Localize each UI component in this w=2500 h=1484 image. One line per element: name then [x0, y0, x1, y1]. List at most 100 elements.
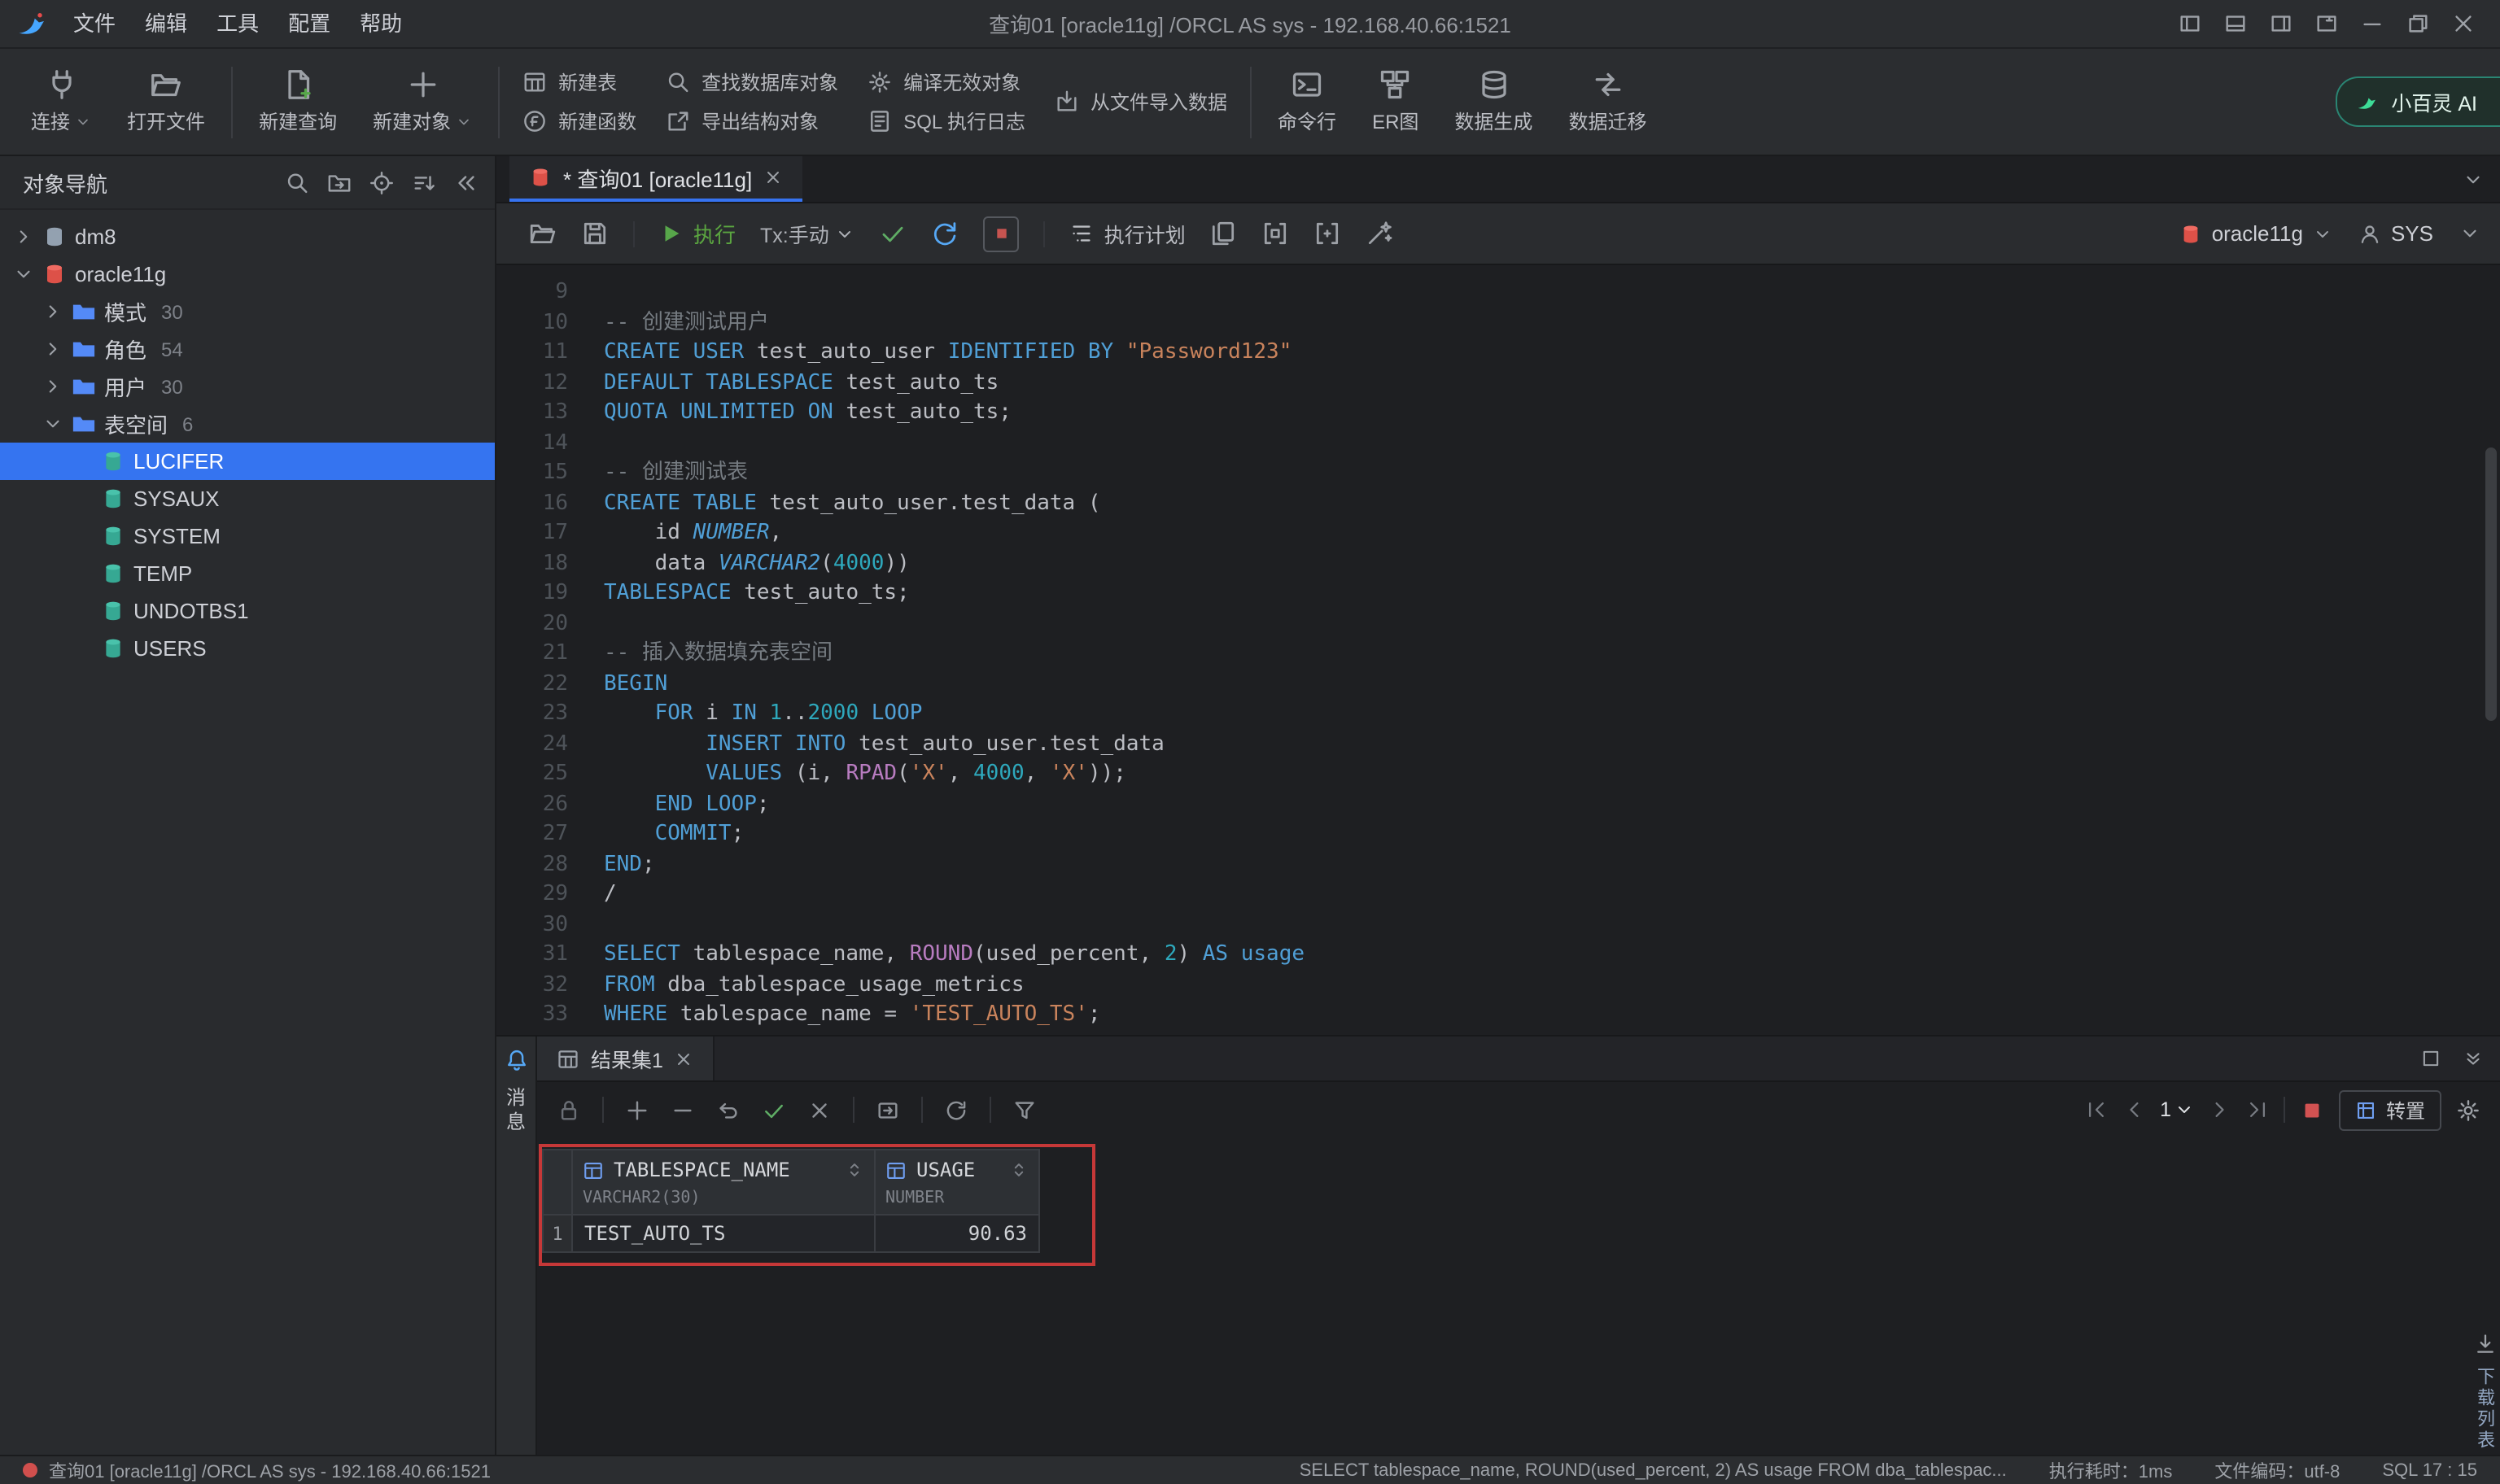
format-sql-icon[interactable]	[1210, 220, 1238, 247]
ai-assistant-badge[interactable]: 小百灵 AI	[2336, 76, 2500, 127]
go-to-row-icon[interactable]	[876, 1098, 900, 1122]
export-structure-button[interactable]: 导出结构对象	[666, 107, 838, 135]
tree-item[interactable]: TEMP	[0, 555, 495, 592]
chevron-right-icon[interactable]	[13, 226, 34, 247]
editor-tab[interactable]: * 查询01 [oracle11g]	[509, 156, 802, 202]
menu-item[interactable]: 文件	[59, 0, 130, 48]
panel-layout-right-icon[interactable]	[2269, 11, 2293, 36]
magic-wand-icon[interactable]	[1366, 220, 1394, 247]
cancel-changes-icon[interactable]	[807, 1098, 832, 1122]
collapse-panel-icon[interactable]	[2463, 1048, 2484, 1069]
save-icon[interactable]	[581, 220, 609, 247]
chevron-down-icon[interactable]	[13, 264, 34, 285]
run-button[interactable]: 执行	[659, 218, 736, 249]
minimize-button[interactable]	[2360, 11, 2384, 36]
panel-layout-bottom-icon[interactable]	[2223, 11, 2248, 36]
data-generate-button[interactable]: 数据生成	[1436, 62, 1550, 142]
result-set-tab[interactable]: 结果集1	[537, 1037, 715, 1080]
import-data-button[interactable]: 从文件导入数据	[1055, 88, 1227, 116]
page-number-dropdown[interactable]: 1	[2160, 1098, 2194, 1121]
command-line-button[interactable]: 命令行	[1260, 62, 1354, 142]
find-db-object-button[interactable]: 查找数据库对象	[666, 68, 838, 96]
new-object-button[interactable]: 新建对象	[355, 62, 490, 142]
stop-button[interactable]	[984, 216, 1020, 251]
toolbar-collapse-chevron-icon[interactable]	[2459, 223, 2480, 244]
explain-plan-button[interactable]: 执行计划	[1070, 218, 1186, 249]
tree-item[interactable]: LUCIFER	[0, 443, 495, 480]
target-icon[interactable]	[369, 170, 394, 194]
connection-selector[interactable]: oracle11g	[2179, 221, 2332, 246]
last-page-icon[interactable]	[2246, 1098, 2269, 1121]
tree-item[interactable]: oracle11g	[0, 255, 495, 293]
close-tab-icon[interactable]	[763, 168, 783, 187]
tree-item[interactable]: 模式30	[0, 293, 495, 330]
locate-object-icon[interactable]	[327, 170, 352, 194]
data-migrate-button[interactable]: 数据迁移	[1550, 62, 1664, 142]
submit-changes-icon[interactable]	[762, 1098, 786, 1122]
menu-item[interactable]: 工具	[202, 0, 273, 48]
sort-arrows-icon[interactable]	[1009, 1160, 1029, 1180]
messages-tab[interactable]: 消息	[502, 1087, 530, 1136]
lock-icon[interactable]	[557, 1098, 581, 1122]
tree-item[interactable]: 用户30	[0, 368, 495, 405]
add-row-icon[interactable]	[625, 1098, 649, 1122]
transaction-mode-dropdown[interactable]: Tx:手动	[760, 218, 855, 249]
tree-item[interactable]: 表空间6	[0, 405, 495, 443]
transpose-button[interactable]: 转置	[2339, 1089, 2441, 1130]
user-selector[interactable]: SYS	[2358, 221, 2433, 246]
result-row[interactable]: 1TEST_AUTO_TS90.63	[544, 1214, 1038, 1251]
menu-item[interactable]: 编辑	[130, 0, 202, 48]
collapse-sidebar-icon[interactable]	[454, 170, 479, 194]
prev-page-icon[interactable]	[2122, 1098, 2145, 1121]
menu-item[interactable]: 配置	[273, 0, 345, 48]
sort-icon[interactable]	[412, 170, 436, 194]
chevron-right-icon[interactable]	[42, 338, 63, 360]
grid-settings-gear-icon[interactable]	[2456, 1098, 2480, 1122]
status-file-encoding[interactable]: 文件编码：utf-8	[2214, 1457, 2340, 1483]
commit-icon[interactable]	[880, 220, 907, 247]
tree-item[interactable]: SYSTEM	[0, 517, 495, 555]
chevron-down-icon[interactable]	[42, 413, 63, 434]
refresh-icon[interactable]	[944, 1098, 968, 1122]
sql-editor[interactable]: 910-- 创建测试用户11CREATE USER test_auto_user…	[496, 265, 2500, 1035]
new-query-button[interactable]: 新建查询	[241, 62, 355, 142]
open-file-button[interactable]: 打开文件	[109, 62, 223, 142]
grid-corner-cell[interactable]	[544, 1150, 573, 1189]
float-panel-icon[interactable]	[2420, 1048, 2441, 1069]
er-diagram-button[interactable]: ER图	[1354, 62, 1436, 142]
editor-scrollbar[interactable]	[2485, 447, 2497, 721]
chevron-right-icon[interactable]	[42, 376, 63, 397]
tree-item[interactable]: 角色54	[0, 330, 495, 368]
column-header[interactable]: USAGE	[876, 1150, 1038, 1189]
menu-item[interactable]: 帮助	[345, 0, 417, 48]
tree-item[interactable]: UNDOTBS1	[0, 592, 495, 630]
restore-button[interactable]	[2406, 11, 2430, 36]
new-function-button[interactable]: 新建函数	[522, 107, 636, 135]
stop-fetch-icon[interactable]	[2300, 1098, 2324, 1122]
new-table-button[interactable]: 新建表	[522, 68, 636, 96]
rollback-icon[interactable]	[932, 220, 959, 247]
result-cell[interactable]: 90.63	[876, 1216, 1038, 1251]
connect-button[interactable]: 连接	[13, 62, 109, 142]
revert-icon[interactable]	[716, 1098, 741, 1122]
tree-item[interactable]: USERS	[0, 630, 495, 667]
search-icon[interactable]	[285, 170, 309, 194]
result-cell[interactable]: TEST_AUTO_TS	[573, 1216, 876, 1251]
sort-arrows-icon[interactable]	[845, 1160, 864, 1180]
next-page-icon[interactable]	[2209, 1098, 2231, 1121]
sql-log-button[interactable]: SQL 执行日志	[868, 107, 1025, 135]
column-header[interactable]: TABLESPACE_NAME	[573, 1150, 876, 1189]
tab-list-chevron-icon[interactable]	[2463, 169, 2484, 190]
filter-icon[interactable]	[1012, 1098, 1037, 1122]
notifications-bell-icon[interactable]	[504, 1048, 528, 1072]
tree-item[interactable]: SYSAUX	[0, 480, 495, 517]
embed-window-icon[interactable]	[1262, 220, 1290, 247]
first-page-icon[interactable]	[2085, 1098, 2108, 1121]
compile-invalid-button[interactable]: 编译无效对象	[868, 68, 1025, 96]
download-list-tab[interactable]: 下载列表	[2471, 1333, 2498, 1451]
panel-float-icon[interactable]	[2314, 11, 2339, 36]
open-file-icon[interactable]	[529, 220, 557, 247]
panel-layout-left-icon[interactable]	[2178, 11, 2202, 36]
delete-row-icon[interactable]	[671, 1098, 695, 1122]
close-result-tab-icon[interactable]	[675, 1049, 694, 1068]
